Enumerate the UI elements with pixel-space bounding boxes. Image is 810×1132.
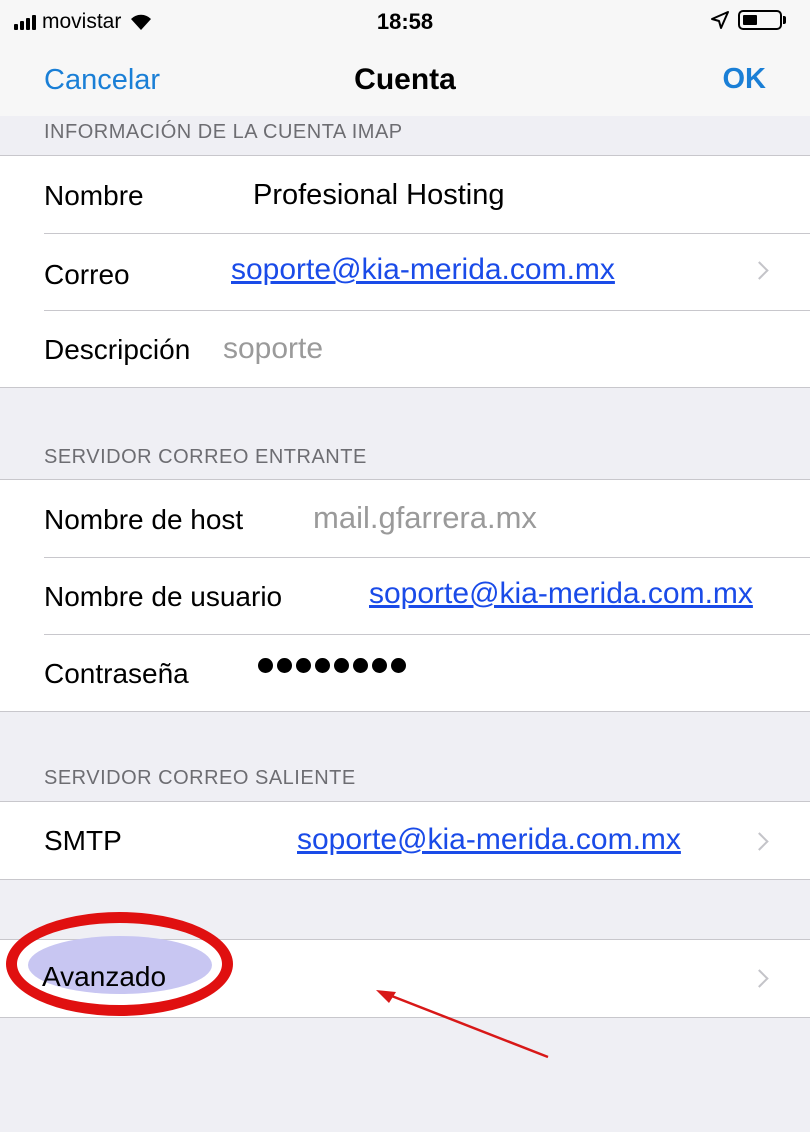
password-dot <box>315 658 330 673</box>
password-label: Contraseña <box>44 658 189 689</box>
nombre-label: Nombre <box>44 180 144 211</box>
smtp-label: SMTP <box>44 825 122 856</box>
incoming-server-group: Nombre de host mail.gfarrera.mx Nombre d… <box>0 479 810 712</box>
usuario-field[interactable]: soporte@kia-merida.com.mx <box>369 577 753 611</box>
correo-label: Correo <box>44 259 130 290</box>
password-dot <box>277 658 292 673</box>
descripcion-label: Descripción <box>44 334 191 365</box>
annotation-arrow-icon <box>376 990 549 1059</box>
password-field[interactable] <box>258 658 406 673</box>
descripcion-field[interactable]: soporte <box>223 332 323 366</box>
password-dot <box>372 658 387 673</box>
smtp-field[interactable]: soporte@kia-merida.com.mx <box>297 823 681 857</box>
status-time: 18:58 <box>376 9 434 34</box>
nombre-row[interactable]: Nombre Profesional Hosting <box>0 156 810 233</box>
battery-icon <box>738 10 782 30</box>
usuario-row[interactable]: Nombre de usuario soporte@kia-merida.com… <box>0 557 810 634</box>
host-row[interactable]: Nombre de host mail.gfarrera.mx <box>0 480 810 557</box>
password-dot <box>334 658 349 673</box>
host-field[interactable]: mail.gfarrera.mx <box>313 500 537 536</box>
password-row[interactable]: Contraseña <box>0 634 810 711</box>
imap-section-header: INFORMACIÓN DE LA CUENTA IMAP <box>44 121 403 143</box>
usuario-label: Nombre de usuario <box>44 581 283 612</box>
ok-button[interactable]: OK <box>723 63 767 96</box>
descripcion-row[interactable]: Descripción soporte <box>0 310 810 387</box>
correo-field[interactable]: soporte@kia-merida.com.mx <box>231 253 615 287</box>
incoming-section-header: SERVIDOR CORREO ENTRANTE <box>44 446 367 468</box>
host-label: Nombre de host <box>44 504 244 535</box>
password-dot <box>258 658 273 673</box>
status-bar-right <box>710 10 786 30</box>
password-dot <box>296 658 311 673</box>
outgoing-section-header: SERVIDOR CORREO SALIENTE <box>44 767 356 789</box>
password-dot <box>391 658 406 673</box>
nav-bar: Cancelar Cuenta OK <box>0 44 810 116</box>
chevron-right-icon <box>750 261 769 280</box>
nombre-field[interactable]: Profesional Hosting <box>253 179 504 212</box>
status-bar: movistar 18:58 <box>0 0 810 44</box>
correo-row[interactable]: Correo soporte@kia-merida.com.mx <box>0 233 810 310</box>
avanzado-label: Avanzado <box>42 961 167 992</box>
password-dot <box>353 658 368 673</box>
chevron-right-icon <box>750 832 769 851</box>
imap-account-group: Nombre Profesional Hosting Correo soport… <box>0 155 810 388</box>
smtp-row[interactable]: SMTP soporte@kia-merida.com.mx <box>0 802 810 879</box>
location-arrow-icon <box>711 11 729 29</box>
chevron-right-icon <box>750 969 769 988</box>
outgoing-server-group: SMTP soporte@kia-merida.com.mx <box>0 801 810 880</box>
cancel-button[interactable]: Cancelar <box>44 64 160 97</box>
battery-cap <box>783 16 786 24</box>
